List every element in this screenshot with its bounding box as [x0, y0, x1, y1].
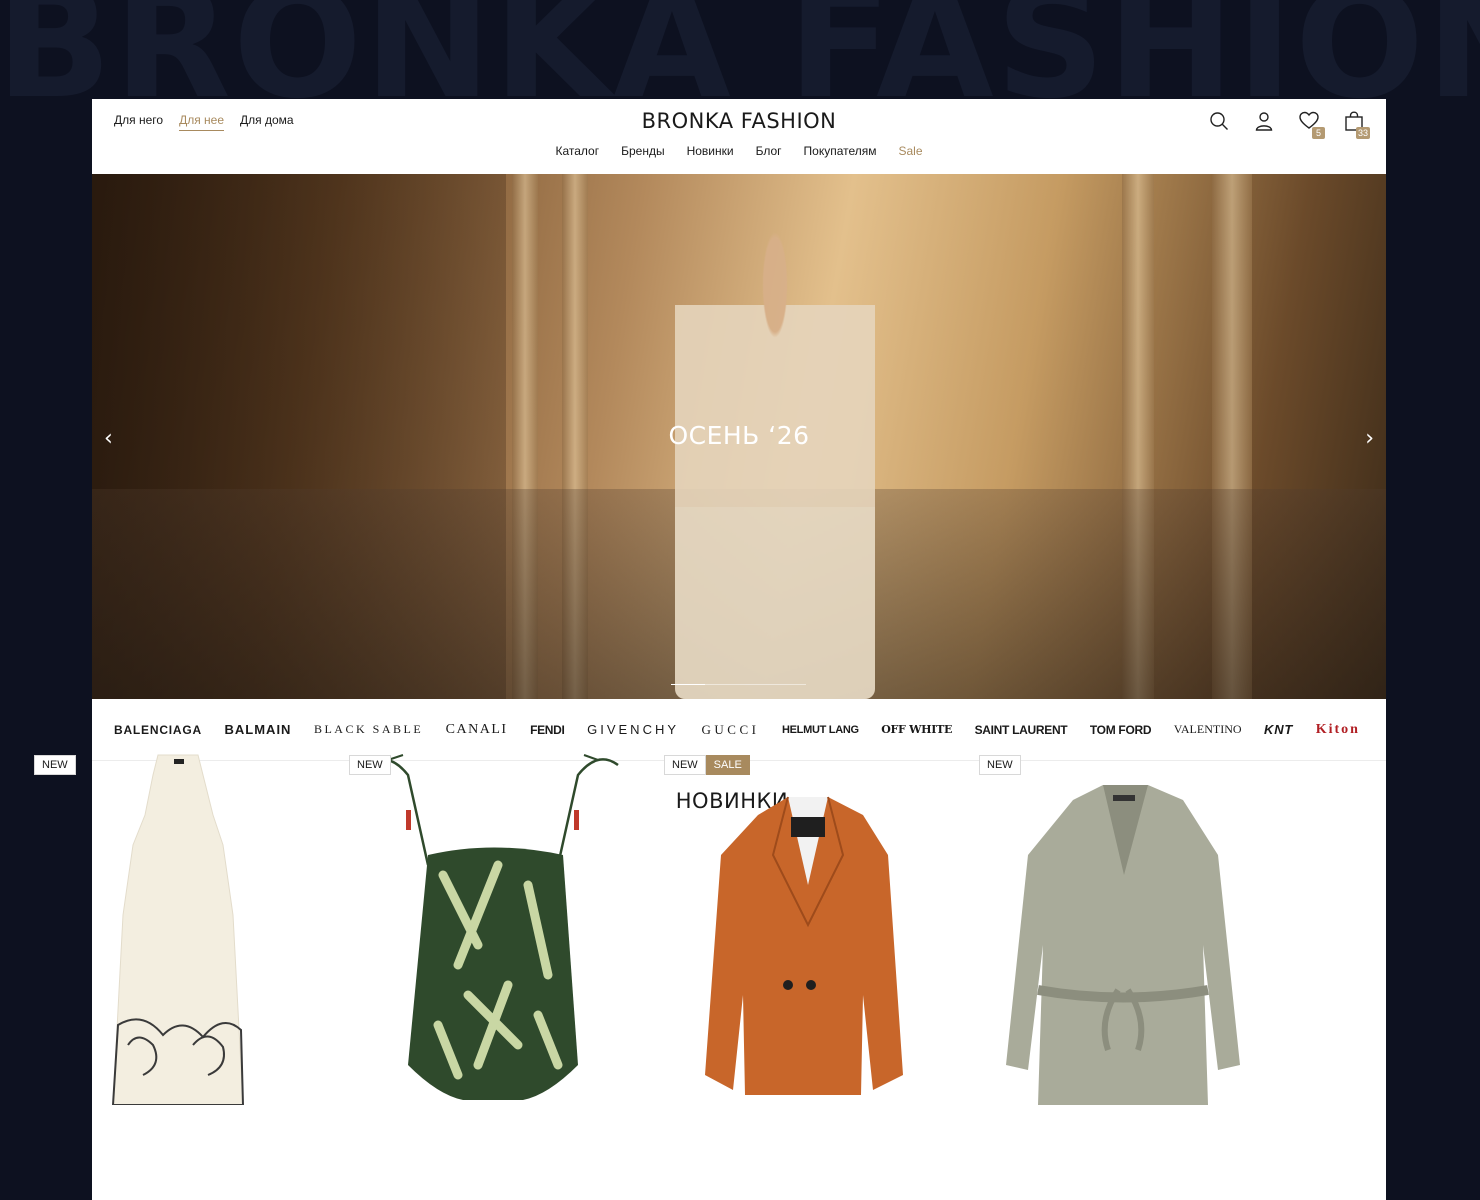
nav-blog[interactable]: Блог [756, 144, 782, 158]
brand-logo[interactable]: KNT [1264, 722, 1293, 737]
brand-logo[interactable]: GIVENCHY [587, 722, 679, 737]
brand-logo[interactable]: CANALI [446, 722, 508, 738]
brand-logo[interactable]: BALMAIN [225, 722, 292, 737]
slider-progress[interactable] [671, 684, 806, 685]
wishlist-button[interactable]: 5 [1299, 111, 1325, 139]
new-tag: NEW [979, 755, 1021, 775]
wishlist-count-badge: 5 [1312, 127, 1325, 139]
product-tags: NEW SALE [664, 755, 750, 775]
nav-customers[interactable]: Покупателям [804, 144, 877, 158]
product-image-jumpsuit [1006, 785, 1240, 1105]
brand-logo[interactable]: TOM FORD [1090, 723, 1152, 737]
product-image-swimsuit [367, 754, 619, 1100]
brand-logo[interactable]: HELMUT LANG [782, 724, 859, 736]
brand-logo[interactable]: Kiton [1316, 722, 1360, 738]
brand-logo[interactable]: BLACK SABLE [314, 722, 423, 737]
brand-logo[interactable]: OFF WHITE [881, 723, 952, 736]
nav-brands[interactable]: Бренды [621, 144, 664, 158]
product-card-jumpsuit[interactable]: NEW [978, 745, 1269, 1105]
product-tags: NEW [979, 755, 1021, 775]
product-card-dress[interactable]: NEW [33, 745, 324, 1105]
hero-prev-arrow[interactable]: ‹ [104, 426, 113, 451]
hero-next-arrow[interactable]: › [1365, 426, 1374, 451]
user-icon [1255, 112, 1273, 131]
product-tags: NEW [349, 755, 391, 775]
product-image-dress [111, 754, 245, 1105]
product-image-blazer [705, 796, 903, 1095]
brand-logo[interactable]: FENDI [530, 723, 565, 737]
nav-catalog[interactable]: Каталог [555, 144, 599, 158]
brand-logo[interactable]: GUCCI [702, 722, 760, 738]
hero-title: ОСЕНЬ ‘26 [668, 421, 810, 450]
site-logo[interactable]: BRONKA FASHION [92, 109, 1386, 133]
header-icons: 5 33 [1209, 111, 1370, 139]
product-grid: NEW NEW NEW SALE NEW [0, 745, 1294, 1105]
hero-banner[interactable]: ОСЕНЬ ‘26 ‹ › [92, 174, 1386, 699]
brand-logo[interactable]: VALENTINO [1174, 722, 1242, 737]
product-card-blazer[interactable]: NEW SALE [663, 745, 954, 1105]
new-tag: NEW [664, 755, 706, 775]
sale-tag: SALE [705, 755, 750, 775]
slider-progress-fill [671, 684, 705, 685]
search-button[interactable] [1209, 111, 1229, 133]
site-header: Для него Для нее Для дома BRONKA FASHION… [92, 99, 1386, 174]
product-tags: NEW [34, 755, 76, 775]
nav-sale[interactable]: Sale [899, 144, 923, 158]
brand-logo[interactable]: BALENCIAGA [114, 723, 202, 737]
brand-logo[interactable]: SAINT LAURENT [975, 723, 1068, 737]
nav-new[interactable]: Новинки [687, 144, 734, 158]
cart-count-badge: 33 [1355, 127, 1370, 139]
account-button[interactable] [1254, 111, 1274, 133]
cart-button[interactable]: 33 [1344, 111, 1370, 139]
new-tag: NEW [34, 755, 76, 775]
main-nav: Каталог Бренды Новинки Блог Покупателям … [92, 144, 1386, 158]
new-tag: NEW [349, 755, 391, 775]
search-icon [1210, 112, 1228, 130]
product-card-swimsuit[interactable]: NEW [348, 745, 639, 1105]
